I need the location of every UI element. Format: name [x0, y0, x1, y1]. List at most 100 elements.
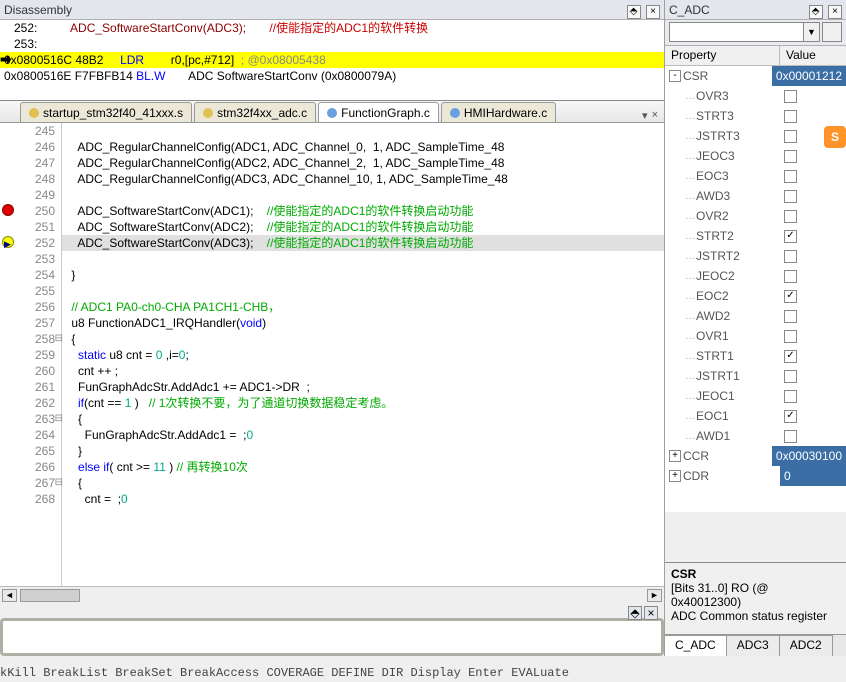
line-number[interactable]: 263⊟: [0, 411, 61, 427]
fold-icon[interactable]: ⊟: [55, 411, 63, 427]
line-number[interactable]: 259: [0, 347, 61, 363]
line-number[interactable]: 265: [0, 443, 61, 459]
property-value[interactable]: [780, 106, 846, 126]
code-line[interactable]: static u8 cnt = 0 ,i=0;: [62, 347, 664, 363]
code-line[interactable]: {: [62, 475, 664, 491]
property-value[interactable]: 0x00030100: [772, 446, 846, 466]
fold-icon[interactable]: ⊟: [55, 331, 63, 347]
property-row[interactable]: …AWD3: [665, 186, 846, 206]
checkbox[interactable]: [784, 390, 797, 403]
code-line[interactable]: [62, 123, 664, 139]
code-line[interactable]: [62, 251, 664, 267]
property-value[interactable]: [780, 306, 846, 326]
property-row[interactable]: …STRT1: [665, 346, 846, 366]
line-number[interactable]: 250: [0, 203, 61, 219]
property-value[interactable]: [780, 226, 846, 246]
pin-icon[interactable]: ⬘: [627, 5, 641, 19]
code-line[interactable]: ADC_RegularChannelConfig(ADC2, ADC_Chann…: [62, 155, 664, 171]
line-number[interactable]: 252: [0, 235, 61, 251]
property-value[interactable]: [780, 346, 846, 366]
close-icon[interactable]: ×: [646, 5, 660, 19]
pin-icon[interactable]: ⬘: [809, 5, 823, 19]
code-line[interactable]: ADC_RegularChannelConfig(ADC3, ADC_Chann…: [62, 171, 664, 187]
toolbar-button[interactable]: [822, 22, 842, 42]
checkbox[interactable]: [784, 310, 797, 323]
code-line[interactable]: }: [62, 267, 664, 283]
checkbox[interactable]: [784, 170, 797, 183]
property-row[interactable]: …STRT2: [665, 226, 846, 246]
line-number[interactable]: 256: [0, 299, 61, 315]
property-row[interactable]: …JEOC2: [665, 266, 846, 286]
property-row[interactable]: …OVR3: [665, 86, 846, 106]
property-value[interactable]: [780, 406, 846, 426]
code-line[interactable]: ADC_RegularChannelConfig(ADC1, ADC_Chann…: [62, 139, 664, 155]
code-line[interactable]: ADC_SoftwareStartConv(ADC3); //使能指定的ADC1…: [62, 235, 664, 251]
code-line[interactable]: ADC_SoftwareStartConv(ADC2); //使能指定的ADC1…: [62, 219, 664, 235]
property-row[interactable]: …EOC2: [665, 286, 846, 306]
line-gutter[interactable]: 2452462472482492502512522532542552562572…: [0, 123, 62, 586]
checkbox[interactable]: [784, 90, 797, 103]
line-number[interactable]: 249: [0, 187, 61, 203]
line-number[interactable]: 260: [0, 363, 61, 379]
command-input-box[interactable]: [0, 618, 664, 656]
breakpoint-icon[interactable]: [2, 204, 14, 216]
code-line[interactable]: u8 FunctionADC1_IRQHandler(void): [62, 315, 664, 331]
property-value[interactable]: [780, 366, 846, 386]
expand-icon[interactable]: +: [669, 450, 681, 462]
property-value[interactable]: 0x00001212: [772, 66, 846, 86]
expand-icon[interactable]: -: [669, 70, 681, 82]
property-value[interactable]: [780, 166, 846, 186]
property-row[interactable]: …OVR1: [665, 326, 846, 346]
property-value[interactable]: [780, 286, 846, 306]
property-value[interactable]: [780, 86, 846, 106]
checkbox[interactable]: [784, 290, 797, 303]
line-number[interactable]: 246: [0, 139, 61, 155]
line-number[interactable]: 245: [0, 123, 61, 139]
line-number[interactable]: 251: [0, 219, 61, 235]
code-line[interactable]: {: [62, 331, 664, 347]
tab-close-icon[interactable]: ×: [652, 109, 658, 122]
tab-dropdown-icon[interactable]: ▾: [642, 109, 648, 122]
property-row[interactable]: …STRT3: [665, 106, 846, 126]
col-property[interactable]: Property: [665, 46, 780, 65]
line-number[interactable]: 255: [0, 283, 61, 299]
fold-icon[interactable]: ⊟: [55, 475, 63, 491]
disasm-line[interactable]: 252: ADC_SoftwareStartConv(ADC3); //使能指定…: [0, 20, 664, 36]
line-number[interactable]: 266: [0, 459, 61, 475]
property-value[interactable]: [780, 326, 846, 346]
code-content[interactable]: ADC_RegularChannelConfig(ADC1, ADC_Chann…: [62, 123, 664, 586]
chevron-down-icon[interactable]: ▼: [803, 23, 819, 41]
code-line[interactable]: // ADC1 PA0-ch0-CHA PA1CH1-CHB，: [62, 299, 664, 315]
property-grid[interactable]: -CSR0x00001212…OVR3…STRT3…JSTRT3…JEOC3…E…: [665, 66, 846, 512]
checkbox[interactable]: [784, 270, 797, 283]
line-number[interactable]: 267⊟: [0, 475, 61, 491]
property-row[interactable]: …OVR2: [665, 206, 846, 226]
checkbox[interactable]: [784, 210, 797, 223]
line-number[interactable]: 257: [0, 315, 61, 331]
cmd-pin-icon[interactable]: ⬘: [628, 606, 642, 620]
cmd-close-icon[interactable]: ×: [644, 606, 658, 620]
property-row[interactable]: -CSR0x00001212: [665, 66, 846, 86]
checkbox[interactable]: [784, 130, 797, 143]
code-line[interactable]: [62, 187, 664, 203]
property-value[interactable]: [780, 266, 846, 286]
line-number[interactable]: 261: [0, 379, 61, 395]
checkbox[interactable]: [784, 110, 797, 123]
code-line[interactable]: cnt ++ ;: [62, 363, 664, 379]
property-row[interactable]: …AWD2: [665, 306, 846, 326]
disasm-line[interactable]: 253:: [0, 36, 664, 52]
property-value[interactable]: [780, 386, 846, 406]
checkbox[interactable]: [784, 330, 797, 343]
property-value[interactable]: [780, 146, 846, 166]
disasm-line[interactable]: ⮕0x0800516C 48B2 LDR r0,[pc,#712] ; @0x0…: [0, 52, 664, 68]
property-row[interactable]: …EOC3: [665, 166, 846, 186]
code-line[interactable]: FunGraphAdcStr.AddAdc1 += ADC1->DR ;: [62, 379, 664, 395]
peripheral-tab[interactable]: ADC3: [727, 635, 780, 656]
peripheral-tab[interactable]: ADC2: [780, 635, 833, 656]
line-number[interactable]: 258⊟: [0, 331, 61, 347]
property-row[interactable]: +CDR0: [665, 466, 846, 486]
property-row[interactable]: …JEOC1: [665, 386, 846, 406]
checkbox[interactable]: [784, 350, 797, 363]
property-row[interactable]: …AWD1: [665, 426, 846, 446]
line-number[interactable]: 248: [0, 171, 61, 187]
